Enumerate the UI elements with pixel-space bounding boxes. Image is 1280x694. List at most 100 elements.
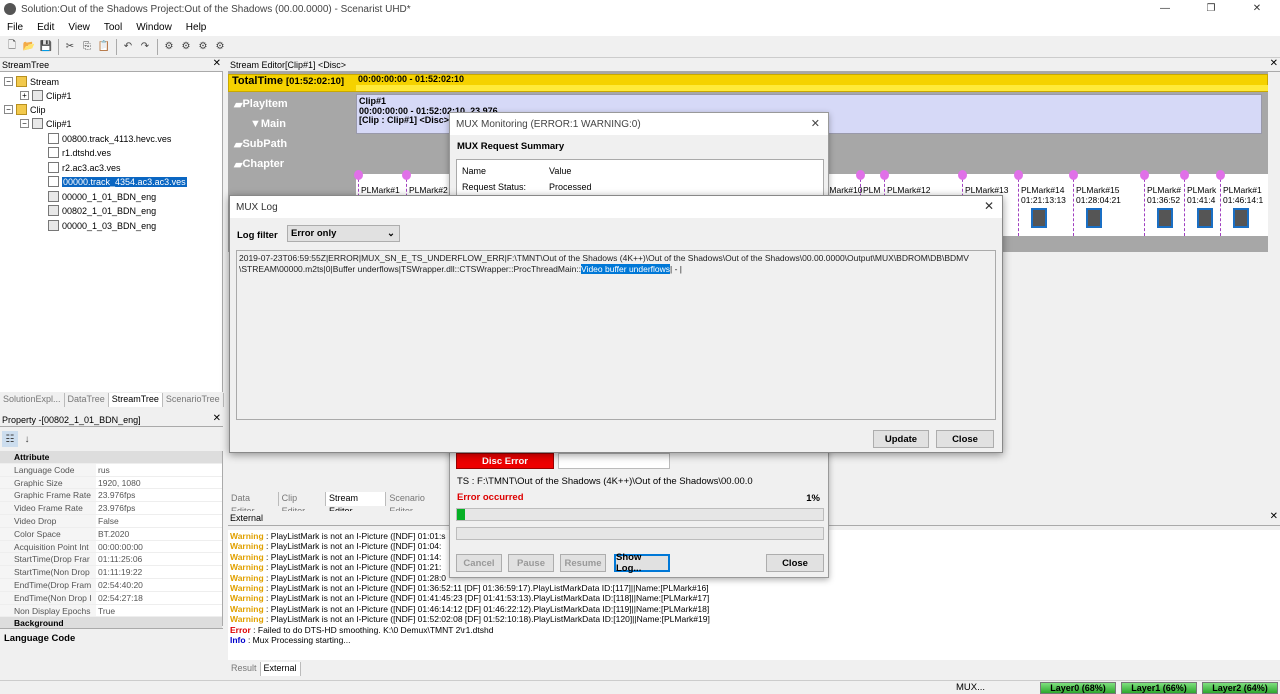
property-close-icon[interactable]: ✕	[213, 413, 221, 424]
build-icon[interactable]: ⚙	[161, 39, 177, 55]
close-window-button[interactable]: ✕	[1234, 0, 1280, 18]
tree-node-file-selected[interactable]: 00000.track_4354.ac3.ac3.ves	[48, 175, 187, 188]
file-icon	[48, 133, 59, 144]
cancel-button[interactable]: Cancel	[456, 554, 502, 572]
row-chapter[interactable]: ▰ Chapter	[230, 155, 356, 173]
log-line: 2019-07-23T06:59:55Z|ERROR|MUX_SN_E_TS_U…	[239, 253, 969, 263]
tree-node-subtitle[interactable]: 00000_1_01_BDN_eng	[48, 190, 156, 203]
monitor-close-button[interactable]: Close	[766, 554, 824, 572]
property-row[interactable]: Non Display Epochs True	[0, 604, 222, 618]
stream-editor-scrollbar[interactable]	[1268, 72, 1280, 252]
subtitle-icon	[48, 191, 59, 202]
disc-icon[interactable]: ⚙	[212, 39, 228, 55]
tab-solution-explorer[interactable]: SolutionExpl...	[0, 393, 65, 407]
property-row[interactable]: Graphic Frame Rate 23.976fps	[0, 489, 222, 503]
menu-view[interactable]: View	[61, 22, 97, 33]
resume-button[interactable]: Resume	[560, 554, 606, 572]
row-subpath[interactable]: ▰ SubPath	[230, 135, 356, 153]
stream-editor-title: Stream Editor[Clip#1] <Disc>	[230, 59, 347, 70]
mux-icon[interactable]: ⚙	[178, 39, 194, 55]
row-playitem[interactable]: ▰ PlayItem	[230, 95, 356, 113]
tree-node-stream[interactable]: − Stream	[4, 75, 59, 88]
clip-icon	[32, 90, 43, 101]
property-row[interactable]: Graphic Size 1920, 1080	[0, 476, 222, 490]
tab-datatree[interactable]: DataTree	[65, 393, 109, 407]
redo-icon[interactable]: ↷	[137, 39, 153, 55]
paste-icon[interactable]: 📋	[96, 39, 112, 55]
minimize-button[interactable]: —	[1142, 0, 1188, 18]
pause-button[interactable]: Pause	[508, 554, 554, 572]
film-icon	[1233, 208, 1249, 228]
open-icon[interactable]: 📂	[21, 39, 37, 55]
property-row[interactable]: Acquisition Point Int 00:00:00:00	[0, 540, 222, 554]
menu-file[interactable]: File	[0, 22, 30, 33]
tree-node-file[interactable]: r1.dtshd.ves	[48, 146, 111, 159]
chapter-mark[interactable]: PLMark#14 01:21:13:13	[1014, 170, 1066, 236]
external-close-icon[interactable]: ✕	[1270, 511, 1278, 522]
sort-alpha-icon[interactable]: ↓	[19, 431, 35, 447]
tree-node-clip[interactable]: − Clip	[4, 103, 46, 116]
summary-title: MUX Request Summary	[457, 141, 565, 152]
log-textbox[interactable]: 2019-07-23T06:59:55Z|ERROR|MUX_SN_E_TS_U…	[236, 250, 996, 420]
menu-help[interactable]: Help	[179, 22, 214, 33]
mark-label: PLM	[863, 185, 881, 195]
streamtree-close-icon[interactable]: ✕	[213, 58, 221, 69]
tab-data-editor[interactable]: Data Editor	[228, 492, 279, 516]
mux-monitoring-close-icon[interactable]: ✕	[811, 117, 820, 130]
undo-icon[interactable]: ↶	[120, 39, 136, 55]
tree-node-file[interactable]: 00800.track_4113.hevc.ves	[48, 132, 171, 145]
mark-label: PLMark#13	[965, 185, 1009, 195]
tree-node-subtitle[interactable]: 00000_1_03_BDN_eng	[48, 219, 156, 232]
menu-window[interactable]: Window	[129, 22, 179, 33]
menu-edit[interactable]: Edit	[30, 22, 61, 33]
new-icon[interactable]: 🗋	[4, 39, 20, 55]
film-icon	[1197, 208, 1213, 228]
chapter-mark[interactable]: PLMark# 01:36:52	[1140, 170, 1181, 236]
property-row[interactable]: StartTime(Drop Frar 01:11:25:06	[0, 553, 222, 567]
progress-bar-2	[456, 527, 824, 540]
tab-stream-editor[interactable]: Stream Editor	[325, 492, 387, 516]
row-main[interactable]: ▼ Main	[230, 115, 356, 133]
categorized-icon[interactable]: ☷	[2, 431, 18, 447]
restore-button[interactable]: ❐	[1188, 0, 1234, 18]
property-row[interactable]: Attribute	[0, 451, 222, 464]
tab-scenario-editor[interactable]: Scenario Editor	[386, 492, 453, 516]
cut-icon[interactable]: ✂	[62, 39, 78, 55]
tab-clip-editor[interactable]: Clip Editor	[279, 492, 326, 516]
chapter-mark[interactable]: PLMark#1 01:46:14:1	[1216, 170, 1263, 236]
tab-external[interactable]: External	[260, 662, 301, 676]
network-icon[interactable]: ⚙	[195, 39, 211, 55]
show-log-button[interactable]: Show Log...	[614, 552, 670, 574]
log-close-button[interactable]: Close	[936, 430, 994, 448]
stream-editor-close-icon[interactable]: ✕	[1270, 58, 1278, 69]
chapter-mark[interactable]: PLMark#15 01:28:04:21	[1069, 170, 1121, 236]
menu-tool[interactable]: Tool	[97, 22, 129, 33]
update-button[interactable]: Update	[873, 430, 929, 448]
tree-node-subtitle[interactable]: 00802_1_01_BDN_eng	[48, 204, 156, 217]
tab-scenariotree[interactable]: ScenarioTree	[163, 393, 224, 407]
mux-log-close-icon[interactable]: ✕	[984, 199, 994, 213]
tab-streamtree[interactable]: StreamTree	[108, 393, 163, 407]
property-row[interactable]: EndTime(Drop Fram 02:54:40:20	[0, 578, 222, 592]
tree-node-file[interactable]: r2.ac3.ac3.ves	[48, 161, 121, 174]
tree-node-stream-clip1[interactable]: + Clip#1	[20, 89, 72, 102]
property-description: Language Code	[0, 628, 223, 678]
property-row[interactable]: Color Space BT.2020	[0, 527, 222, 541]
tab-result[interactable]: Result	[228, 662, 261, 676]
log-filter-select[interactable]: Error only ⌄	[287, 225, 400, 242]
property-row[interactable]: EndTime(Non Drop I 02:54:27:18	[0, 591, 222, 605]
mark-label: PLMark#1	[1223, 185, 1262, 195]
save-icon[interactable]: 💾	[38, 39, 54, 55]
disc-error-badge: Disc Error	[456, 453, 554, 469]
property-row[interactable]: Video Frame Rate 23.976fps	[0, 502, 222, 515]
property-row[interactable]: StartTime(Non Drop 01:11:19:22	[0, 566, 222, 579]
menu-bar: File Edit View Tool Window Help	[0, 18, 1280, 36]
chapter-mark[interactable]: PLMark 01:41:4	[1180, 170, 1216, 236]
status-cell	[558, 453, 670, 469]
property-row[interactable]: Video Drop False	[0, 514, 222, 528]
mark-pin-icon	[856, 170, 865, 180]
tree-node-clip-clip1[interactable]: − Clip#1	[20, 117, 72, 130]
copy-icon[interactable]: ⎘	[79, 39, 95, 55]
title-bar: Solution:Out of the Shadows Project:Out …	[0, 0, 1280, 18]
property-row[interactable]: Language Code rus	[0, 463, 222, 477]
